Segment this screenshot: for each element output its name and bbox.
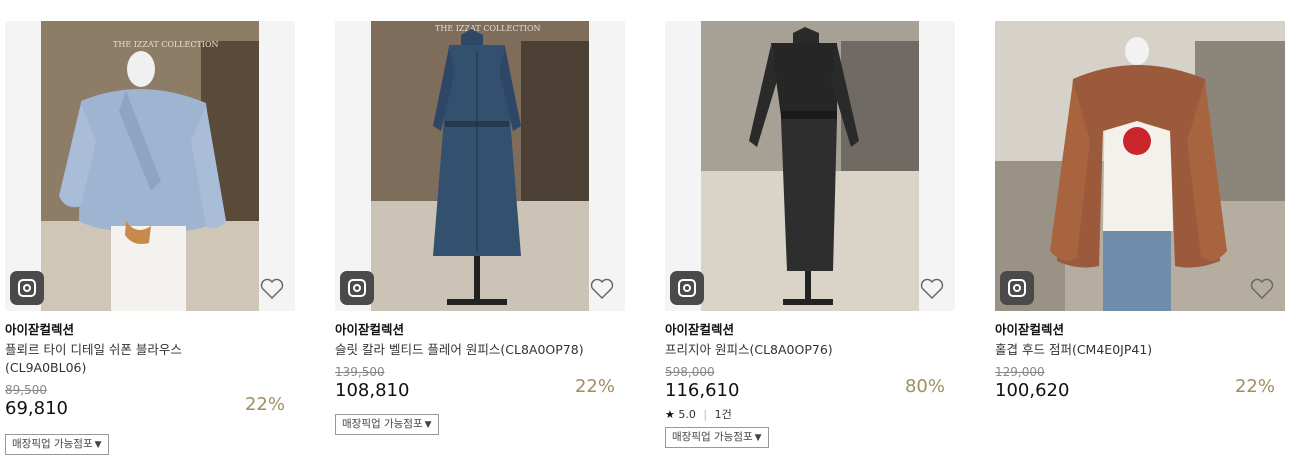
product-card[interactable]: THE IZZAT COLLECTION 아이잗컬렉션 슬릿 칼라 벨티드 플레… bbox=[335, 21, 625, 435]
product-name[interactable]: 홀겹 후드 점퍼(CM4E0JP41) bbox=[995, 341, 1245, 359]
brand-name[interactable]: 아이잗컬렉션 bbox=[335, 322, 625, 338]
price-row: 69,810 22% bbox=[5, 394, 295, 420]
product-card[interactable]: 아이잗컬렉션 프리지아 원피스(CL8A0OP76) 598,000 116,6… bbox=[665, 21, 955, 448]
product-image[interactable] bbox=[665, 21, 955, 311]
store-pickup-label: 매장픽업 가능점포 bbox=[672, 431, 753, 443]
instagram-icon[interactable] bbox=[340, 271, 374, 305]
brand-name[interactable]: 아이잗컬렉션 bbox=[5, 322, 295, 338]
brand-name[interactable]: 아이잗컬렉션 bbox=[665, 322, 955, 338]
discount-rate: 22% bbox=[1234, 376, 1275, 397]
store-pickup-button[interactable]: 매장픽업 가능점포 ▼ bbox=[665, 427, 769, 448]
heart-outline-icon[interactable] bbox=[1249, 277, 1275, 301]
heart-outline-icon[interactable] bbox=[589, 277, 615, 301]
caret-down-icon: ▼ bbox=[754, 433, 762, 443]
discount-rate: 80% bbox=[904, 376, 945, 397]
product-photo: THE IZZAT COLLECTION bbox=[371, 21, 589, 311]
product-photo bbox=[995, 21, 1285, 311]
heart-outline-icon[interactable] bbox=[919, 277, 945, 301]
product-name[interactable]: 슬릿 칼라 벨티드 플레어 원피스(CL8A0OP78) bbox=[335, 341, 585, 359]
rating: ★ 5.0 | 1건 bbox=[665, 408, 955, 422]
product-photo: THE IZZAT COLLECTION bbox=[41, 21, 259, 311]
caret-down-icon: ▼ bbox=[94, 440, 102, 450]
star-icon: ★ bbox=[665, 408, 675, 421]
sale-price: 69,810 bbox=[5, 398, 68, 419]
discount-rate: 22% bbox=[244, 394, 285, 415]
brand-name[interactable]: 아이잗컬렉션 bbox=[995, 322, 1285, 338]
store-pickup-label: 매장픽업 가능점포 bbox=[12, 438, 93, 450]
divider: | bbox=[703, 408, 708, 421]
heart-outline-icon[interactable] bbox=[259, 277, 285, 301]
instagram-icon[interactable] bbox=[1000, 271, 1034, 305]
discount-rate: 22% bbox=[574, 376, 615, 397]
sale-price: 108,810 bbox=[335, 380, 410, 401]
price-row: 100,620 22% bbox=[995, 376, 1285, 402]
rating-score: 5.0 bbox=[678, 408, 696, 421]
store-sign: THE IZZAT COLLECTION bbox=[435, 24, 541, 33]
store-pickup-button[interactable]: 매장픽업 가능점포 ▼ bbox=[5, 434, 109, 455]
product-card[interactable]: 아이잗컬렉션 홀겹 후드 점퍼(CM4E0JP41) 129,000 100,6… bbox=[995, 21, 1285, 402]
price-row: 108,810 22% bbox=[335, 376, 625, 402]
sale-price: 100,620 bbox=[995, 380, 1070, 401]
sale-price: 116,610 bbox=[665, 380, 740, 401]
product-image[interactable]: THE IZZAT COLLECTION bbox=[5, 21, 295, 311]
product-image[interactable] bbox=[995, 21, 1285, 311]
store-pickup-label: 매장픽업 가능점포 bbox=[342, 418, 423, 430]
caret-down-icon: ▼ bbox=[424, 420, 432, 430]
price-row: 116,610 80% bbox=[665, 376, 955, 402]
product-grid: THE IZZAT COLLECTION 아이잗컬렉션 플뢰르 타이 디테일 쉬… bbox=[5, 21, 1300, 461]
instagram-icon[interactable] bbox=[10, 271, 44, 305]
store-sign: THE IZZAT COLLECTION bbox=[113, 40, 219, 49]
product-card[interactable]: THE IZZAT COLLECTION 아이잗컬렉션 플뢰르 타이 디테일 쉬… bbox=[5, 21, 295, 455]
instagram-icon[interactable] bbox=[670, 271, 704, 305]
product-name[interactable]: 프리지아 원피스(CL8A0OP76) bbox=[665, 341, 915, 359]
store-pickup-button[interactable]: 매장픽업 가능점포 ▼ bbox=[335, 414, 439, 435]
product-photo bbox=[701, 21, 919, 311]
product-image[interactable]: THE IZZAT COLLECTION bbox=[335, 21, 625, 311]
product-name[interactable]: 플뢰르 타이 디테일 쉬폰 블라우스(CL9A0BL06) bbox=[5, 341, 255, 377]
review-count: 1건 bbox=[714, 408, 732, 421]
